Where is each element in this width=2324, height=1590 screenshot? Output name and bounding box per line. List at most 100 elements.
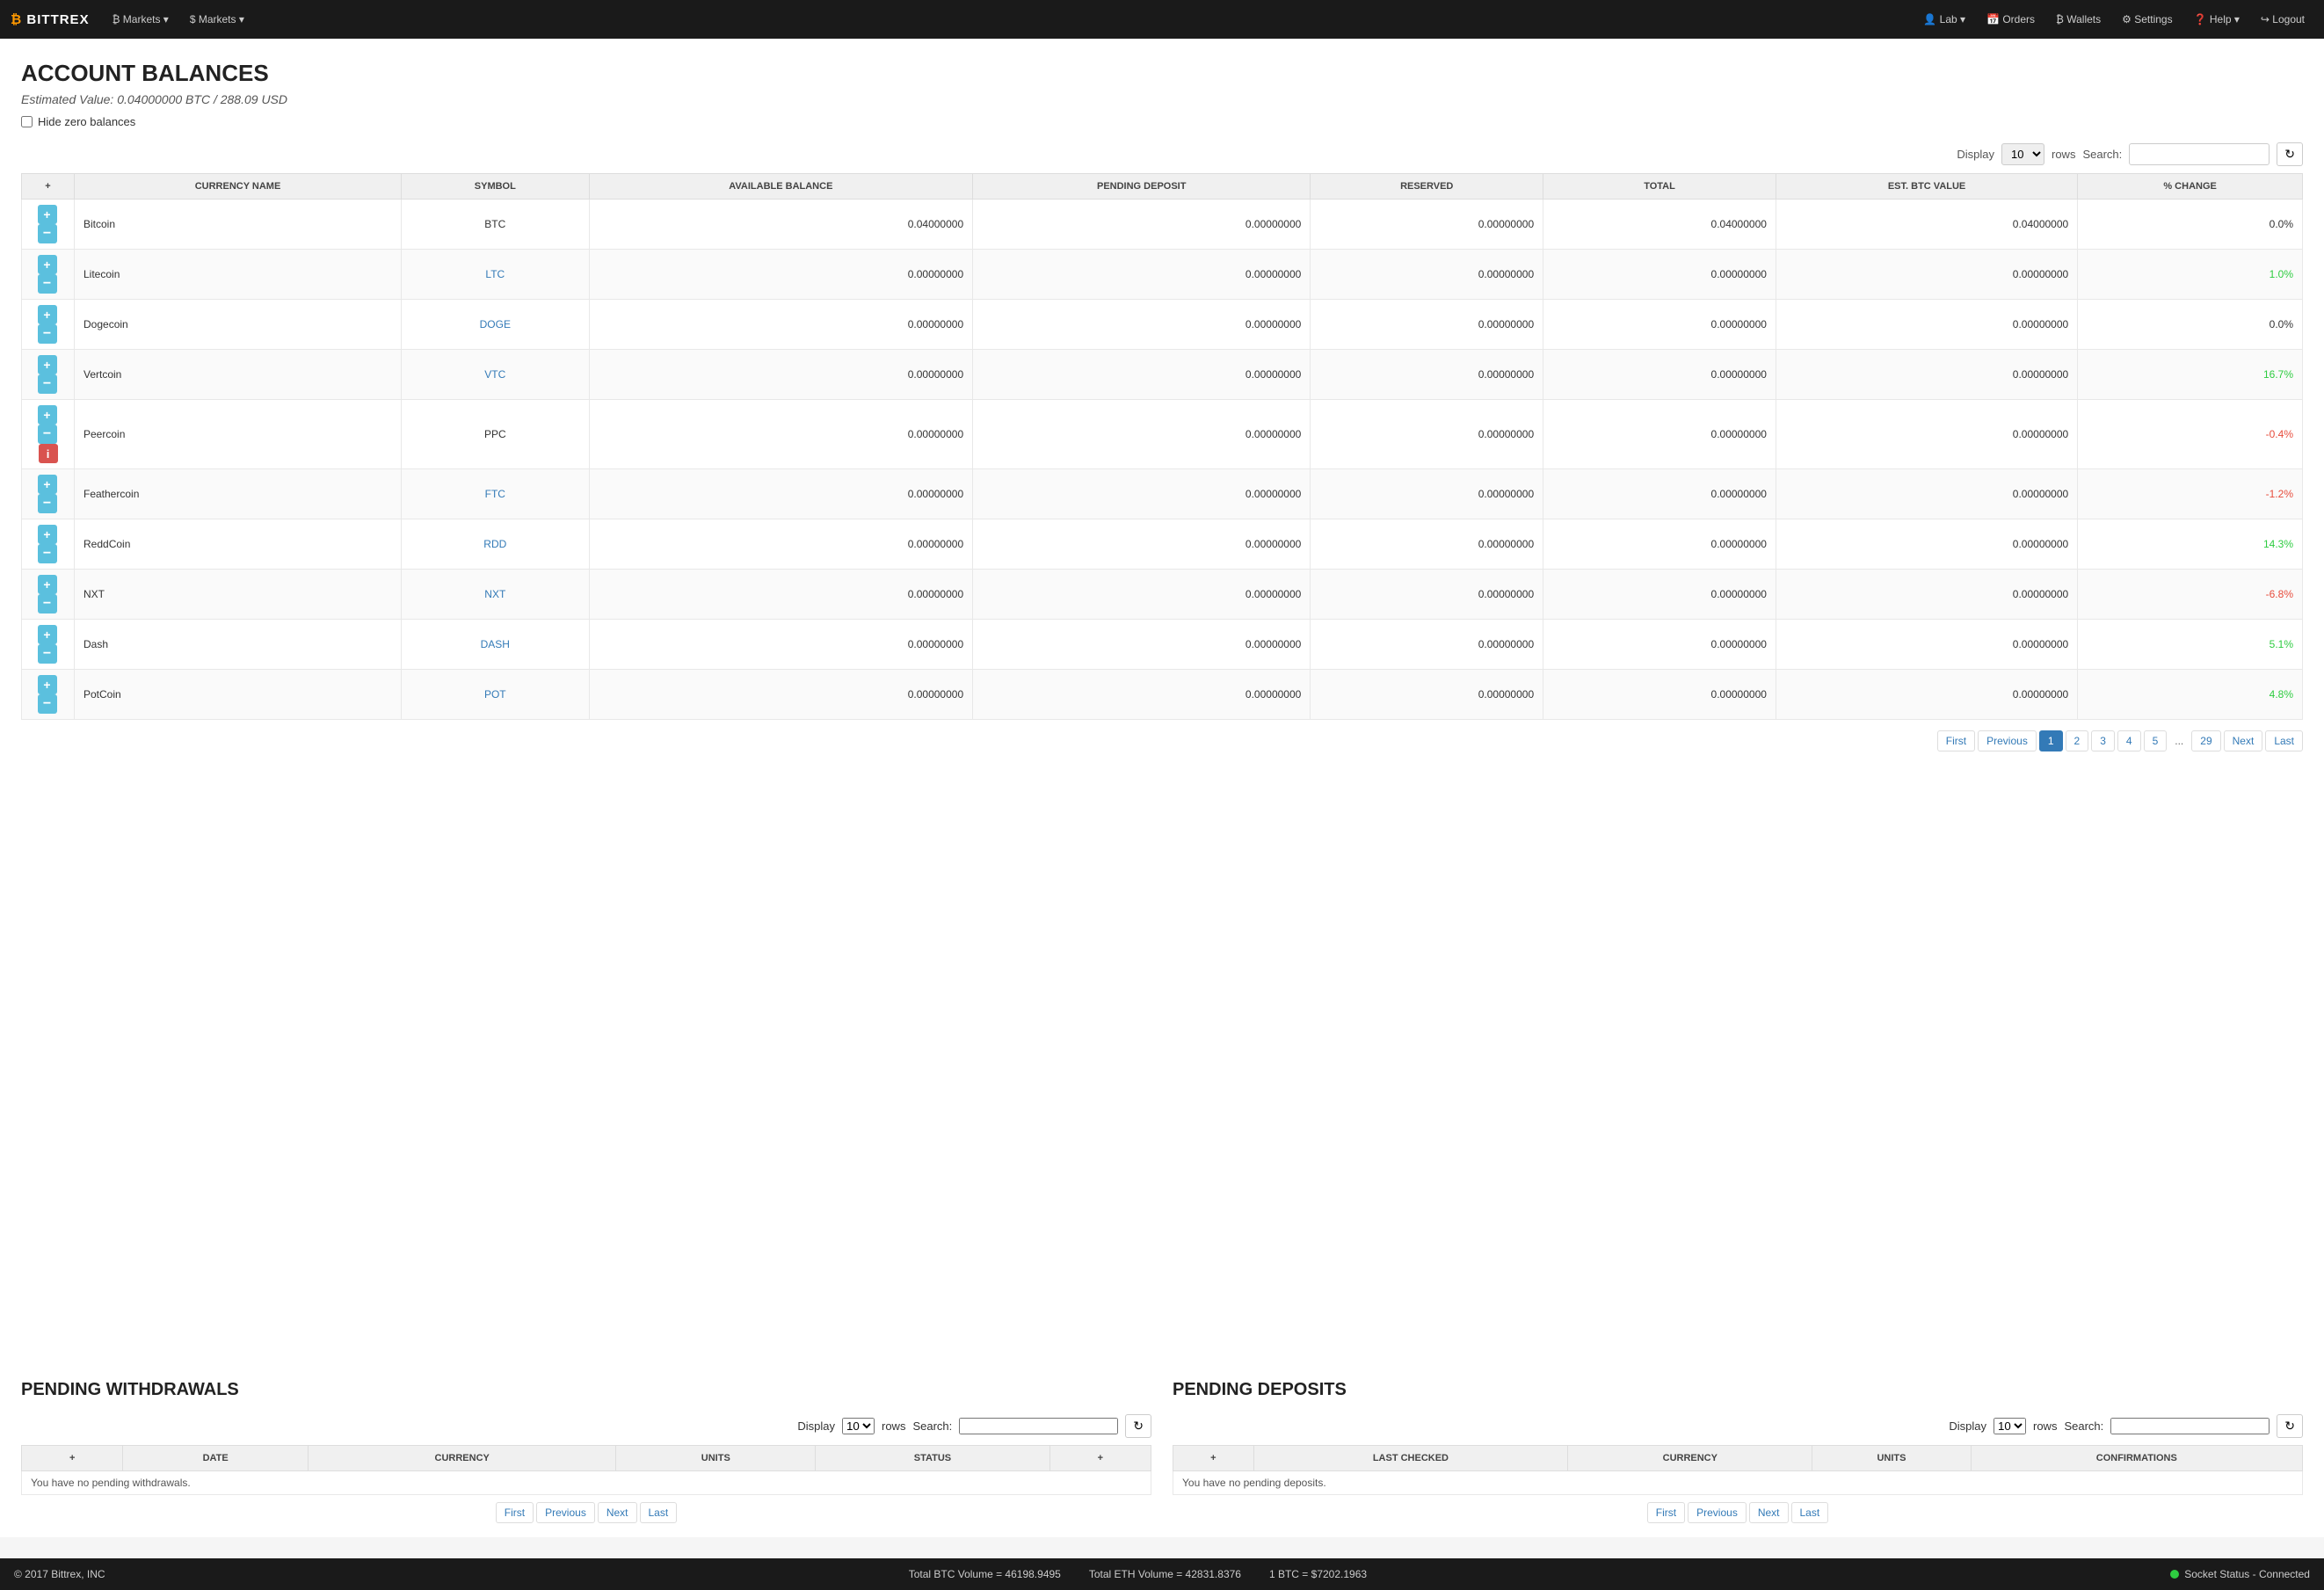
row-6-minus-btn[interactable]: − — [38, 544, 57, 563]
row-5-minus-btn[interactable]: − — [38, 494, 57, 513]
page-2[interactable]: 2 — [2066, 730, 2089, 751]
row-1-symbol[interactable]: LTC — [402, 250, 590, 300]
pending-deposits-section: PENDING DEPOSITS Display 10 25 50 rows S… — [1173, 1380, 2303, 1537]
btc-markets-menu[interactable]: ₿ Markets ▾ — [104, 8, 178, 31]
w-col-status: STATUS — [816, 1446, 1049, 1471]
logo: ₿ BITTREX — [11, 12, 90, 27]
row-9-symbol[interactable]: POT — [402, 670, 590, 720]
hide-zero-checkbox[interactable] — [21, 116, 33, 127]
help-menu[interactable]: ❓ Help ▾ — [2185, 8, 2248, 31]
row-8-actions: +− — [22, 620, 75, 670]
page-1[interactable]: 1 — [2039, 730, 2063, 751]
row-6-total: 0.00000000 — [1543, 519, 1776, 570]
row-5-symbol[interactable]: FTC — [402, 469, 590, 519]
d-page-next[interactable]: Next — [1749, 1502, 1789, 1523]
nav-left: ₿ Markets ▾ $ Markets ▾ — [104, 8, 1915, 31]
row-8-btc_value: 0.00000000 — [1776, 620, 2077, 670]
row-0-pending: 0.00000000 — [973, 200, 1311, 250]
row-2-plus-btn[interactable]: + — [38, 305, 57, 324]
row-6-plus-btn[interactable]: + — [38, 525, 57, 544]
row-9-plus-btn[interactable]: + — [38, 675, 57, 694]
d-page-first[interactable]: First — [1647, 1502, 1685, 1523]
row-3-minus-btn[interactable]: − — [38, 374, 57, 394]
wallets-btn[interactable]: ₿ Wallets — [2047, 8, 2110, 31]
row-6-pending: 0.00000000 — [973, 519, 1311, 570]
footer-stats: Total BTC Volume = 46198.9495 Total ETH … — [909, 1568, 1367, 1580]
col-header-reserved: RESERVED — [1311, 174, 1543, 200]
row-3-actions: +− — [22, 350, 75, 400]
deposits-refresh-button[interactable]: ↻ — [2277, 1414, 2303, 1438]
table-row: +−FeathercoinFTC0.000000000.000000000.00… — [22, 469, 2303, 519]
row-7-minus-btn[interactable]: − — [38, 594, 57, 613]
w-page-first[interactable]: First — [496, 1502, 534, 1523]
row-7-pending: 0.00000000 — [973, 570, 1311, 620]
page-4[interactable]: 4 — [2117, 730, 2141, 751]
settings-btn[interactable]: ⚙ Settings — [2113, 8, 2181, 31]
footer-copyright: © 2017 Bittrex, INC — [14, 1568, 105, 1580]
row-4-symbol: PPC — [402, 400, 590, 469]
page-3[interactable]: 3 — [2091, 730, 2115, 751]
withdrawals-pagination: First Previous Next Last — [21, 1495, 1151, 1537]
table-row: +−VertcoinVTC0.000000000.000000000.00000… — [22, 350, 2303, 400]
deposits-search-input[interactable] — [2110, 1418, 2270, 1434]
row-8-symbol[interactable]: DASH — [402, 620, 590, 670]
w-page-prev[interactable]: Previous — [536, 1502, 595, 1523]
row-5-available: 0.00000000 — [589, 469, 973, 519]
deposits-display-select[interactable]: 10 25 50 — [1994, 1418, 2026, 1434]
row-1-total: 0.00000000 — [1543, 250, 1776, 300]
row-8-pct-change: 5.1% — [2078, 620, 2303, 670]
withdrawals-display-select[interactable]: 10 25 50 — [842, 1418, 875, 1434]
page-last[interactable]: Last — [2265, 730, 2303, 751]
page-next[interactable]: Next — [2224, 730, 2263, 751]
page-5[interactable]: 5 — [2144, 730, 2168, 751]
row-5-currency-name: Feathercoin — [75, 469, 402, 519]
refresh-button[interactable]: ↻ — [2277, 142, 2303, 166]
row-0-plus-btn[interactable]: + — [38, 205, 57, 224]
row-0-minus-btn[interactable]: − — [38, 224, 57, 243]
w-col-currency: CURRENCY — [309, 1446, 616, 1471]
deposits-controls: Display 10 25 50 rows Search: ↻ — [1173, 1414, 2303, 1438]
row-5-plus-btn[interactable]: + — [38, 475, 57, 494]
row-1-plus-btn[interactable]: + — [38, 255, 57, 274]
page-prev[interactable]: Previous — [1978, 730, 2037, 751]
col-header-available: AVAILABLE BALANCE — [589, 174, 973, 200]
row-7-symbol[interactable]: NXT — [402, 570, 590, 620]
lab-menu[interactable]: 👤 Lab ▾ — [1914, 8, 1974, 31]
col-header-currency-name: CURRENCY NAME — [75, 174, 402, 200]
row-7-available: 0.00000000 — [589, 570, 973, 620]
row-4-info-btn[interactable]: i — [39, 444, 58, 463]
row-8-currency-name: Dash — [75, 620, 402, 670]
usd-markets-menu[interactable]: $ Markets ▾ — [181, 8, 253, 31]
display-select[interactable]: 10 25 50 — [2001, 143, 2044, 165]
d-page-last[interactable]: Last — [1791, 1502, 1829, 1523]
search-input[interactable] — [2129, 143, 2270, 165]
row-8-minus-btn[interactable]: − — [38, 644, 57, 664]
row-7-pct-change: -6.8% — [2078, 570, 2303, 620]
table-row: +−DashDASH0.000000000.000000000.00000000… — [22, 620, 2303, 670]
row-0-pct-change: 0.0% — [2078, 200, 2303, 250]
row-8-plus-btn[interactable]: + — [38, 625, 57, 644]
row-4-plus-btn[interactable]: + — [38, 405, 57, 425]
d-page-prev[interactable]: Previous — [1688, 1502, 1747, 1523]
row-2-symbol[interactable]: DOGE — [402, 300, 590, 350]
withdrawals-search-input[interactable] — [959, 1418, 1118, 1434]
row-3-plus-btn[interactable]: + — [38, 355, 57, 374]
w-page-last[interactable]: Last — [640, 1502, 678, 1523]
row-8-reserved: 0.00000000 — [1311, 620, 1543, 670]
w-page-next[interactable]: Next — [598, 1502, 637, 1523]
table-row: +−BitcoinBTC0.040000000.000000000.000000… — [22, 200, 2303, 250]
logout-btn[interactable]: ↪ Logout — [2252, 8, 2313, 31]
row-4-minus-btn[interactable]: − — [38, 425, 57, 444]
page-first[interactable]: First — [1937, 730, 1975, 751]
withdrawals-refresh-button[interactable]: ↻ — [1125, 1414, 1151, 1438]
row-6-symbol[interactable]: RDD — [402, 519, 590, 570]
row-2-minus-btn[interactable]: − — [38, 324, 57, 344]
row-1-minus-btn[interactable]: − — [38, 274, 57, 294]
page-29[interactable]: 29 — [2191, 730, 2220, 751]
row-9-minus-btn[interactable]: − — [38, 694, 57, 714]
row-7-plus-btn[interactable]: + — [38, 575, 57, 594]
orders-btn[interactable]: 📅 Orders — [1978, 8, 2044, 31]
row-3-symbol[interactable]: VTC — [402, 350, 590, 400]
d-col-last-checked: LAST CHECKED — [1253, 1446, 1568, 1471]
row-4-pct-change: -0.4% — [2078, 400, 2303, 469]
